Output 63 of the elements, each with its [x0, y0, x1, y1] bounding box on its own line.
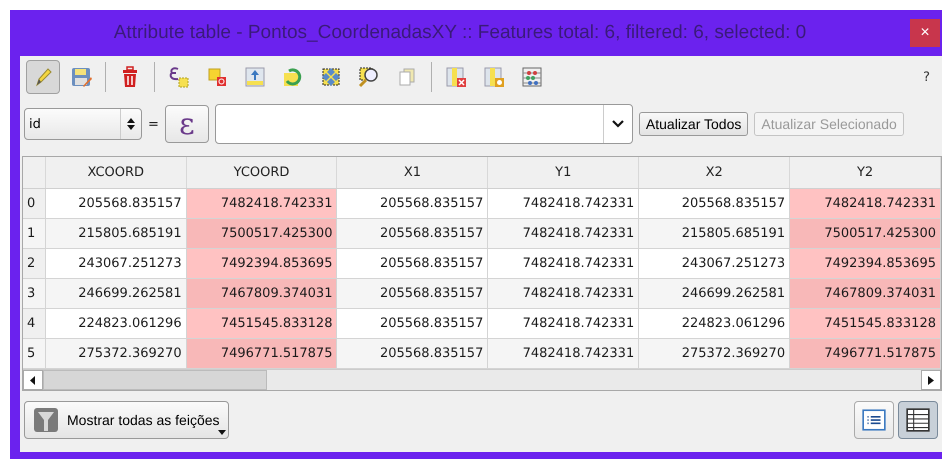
epsilon-select-icon	[167, 65, 191, 89]
form-view-icon	[861, 407, 887, 433]
row-header[interactable]: 5	[23, 338, 46, 368]
table-cell: 275372.369270	[45, 338, 186, 368]
update-all-button[interactable]: Atualizar Todos	[638, 112, 748, 136]
row-header[interactable]: 1	[23, 218, 46, 248]
row-header[interactable]: 4	[23, 308, 46, 338]
scroll-right-button[interactable]	[921, 370, 941, 390]
table-cell: 7451545.833128	[186, 308, 337, 338]
row-header[interactable]: 3	[23, 278, 46, 308]
row-header[interactable]: 0	[23, 188, 46, 218]
column-header[interactable]: X1	[336, 157, 488, 188]
table-cell: 215805.685191	[638, 218, 790, 248]
equals-sign: =	[148, 116, 159, 132]
table-cell: 7496771.517875	[790, 338, 940, 368]
new-column-icon	[482, 65, 506, 89]
expression-field[interactable]	[214, 104, 633, 144]
table-cell: 7492394.853695	[790, 248, 940, 278]
right-arrow-icon	[928, 376, 934, 384]
show-features-button[interactable]: Mostrar todas as feições	[24, 401, 229, 439]
table-cell: 7500517.425300	[790, 218, 940, 248]
filter-icon	[33, 407, 59, 433]
table-cell: 215805.685191	[45, 218, 186, 248]
table-view-icon	[905, 407, 931, 433]
column-header[interactable]: Y2	[790, 157, 940, 188]
table-cell: 246699.262581	[45, 278, 186, 308]
scroll-left-button[interactable]	[23, 370, 43, 390]
expression-button[interactable]: ε	[164, 105, 209, 143]
table-cell: 7482418.742331	[790, 188, 940, 218]
spinner-arrows-icon	[126, 117, 136, 131]
column-header[interactable]: XCOORD	[45, 157, 186, 188]
window-title: Attribute table - Pontos_CoordenadasXY :: Features total: 6, filtered: 6, selected: 0	[112, 22, 808, 44]
column-header[interactable]: Y1	[488, 157, 639, 188]
table-cell: 7482418.742331	[488, 278, 639, 308]
table-cell: 205568.835157	[336, 218, 488, 248]
table-cell: 7467809.374031	[186, 278, 337, 308]
scrollbar-thumb[interactable]	[43, 370, 267, 390]
field-dropdown[interactable]: id	[24, 108, 142, 140]
column-header[interactable]: X2	[638, 157, 790, 188]
table-cell: 7467809.374031	[790, 278, 940, 308]
left-arrow-icon	[30, 376, 36, 384]
table-cell: 7496771.517875	[186, 338, 337, 368]
table-cell: 205568.835157	[336, 338, 488, 368]
close-button[interactable]: ×	[910, 19, 940, 47]
abacus-icon	[520, 65, 544, 89]
table-cell: 7451545.833128	[790, 308, 940, 338]
table-cell: 7492394.853695	[186, 248, 337, 278]
move-to-top-icon	[243, 65, 267, 89]
caret-icon	[218, 430, 226, 435]
table-cell: 205568.835157	[336, 278, 488, 308]
table-cell: 7482418.742331	[488, 218, 639, 248]
delete-column-icon	[444, 65, 468, 89]
table-cell: 246699.262581	[638, 278, 790, 308]
table-cell: 275372.369270	[638, 338, 790, 368]
row-header[interactable]: 2	[23, 248, 46, 278]
table-cell: 7482418.742331	[186, 188, 337, 218]
help-button[interactable]: ?	[923, 70, 930, 84]
view-toggle-button[interactable]	[898, 401, 938, 439]
chevron-down-icon	[612, 120, 624, 128]
column-header[interactable]: YCOORD	[186, 157, 337, 188]
view-toggle-button[interactable]	[854, 401, 894, 439]
table-cell: 7500517.425300	[186, 218, 337, 248]
table-cell: 7482418.742331	[488, 338, 639, 368]
